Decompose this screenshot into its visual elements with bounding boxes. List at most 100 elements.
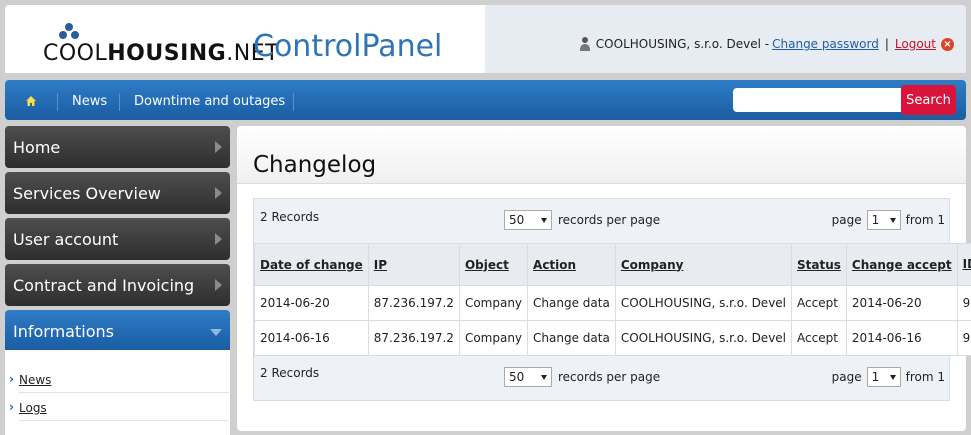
page-value: 1 [871, 370, 880, 384]
cell-object: Company [458, 285, 529, 321]
cell-change-accept: 2014-06-20 [845, 285, 958, 321]
dropdown-arrow-icon [889, 217, 896, 223]
table-row[interactable]: 2014-06-20 87.236.197.2 Company Change d… [254, 285, 971, 321]
logo-dots-icon [55, 23, 83, 43]
column-header-change-accept[interactable]: Change accept [845, 243, 958, 286]
page-total: from 1 [905, 370, 945, 384]
dropdown-arrow-icon [541, 217, 547, 223]
submenu-divider [19, 392, 229, 393]
chevron-down-icon [210, 329, 222, 336]
column-header-company[interactable]: Company [614, 243, 793, 286]
page-control: page 1 from 1 [832, 210, 945, 230]
page-select[interactable]: 1 [866, 367, 901, 387]
change-password-link[interactable]: Change password [772, 37, 879, 51]
page-label: page [831, 213, 862, 227]
submenu-divider [19, 420, 229, 421]
nav-item-downtime[interactable]: Downtime and outages [134, 80, 285, 120]
logo-text-light: COOL [43, 41, 108, 66]
page-value: 1 [871, 213, 880, 227]
user-name: COOLHOUSING, s.r.o. Devel - [595, 37, 770, 51]
logo-text-bold: HOUSING [107, 41, 227, 66]
sidebar-item-contract-invoicing[interactable]: Contract and Invoicing [5, 264, 230, 306]
logout-close-icon[interactable]: × [941, 37, 954, 51]
submenu-item-news[interactable]: News [9, 372, 52, 387]
chevron-right-icon [215, 141, 222, 153]
home-icon[interactable] [25, 95, 37, 107]
sidebar-item-home[interactable]: Home [5, 126, 230, 168]
app-title: ControlPanel [253, 29, 443, 64]
chevron-right-icon [215, 187, 222, 199]
sidebar-item-label: Home [13, 138, 61, 157]
dropdown-arrow-icon [889, 374, 896, 380]
pager-bottom: 2 Records 50 records per page page 1 fro… [254, 357, 951, 397]
header-separator: | [884, 37, 889, 51]
sidebar-item-services-overview[interactable]: Services Overview [5, 172, 230, 214]
column-header-id-label: ID [962, 257, 971, 272]
cell-date: 2014-06-16 [254, 320, 369, 356]
column-header-id[interactable]: ID [956, 243, 971, 286]
cell-status: Accept [791, 320, 847, 356]
per-page-label: records per page [558, 370, 661, 384]
per-page-value: 50 [509, 213, 525, 227]
nav-divider [119, 93, 120, 111]
user-info: COOLHOUSING, s.r.o. Devel - Change passw… [579, 37, 954, 51]
main-content: Changelog 2 Records 50 records per page … [237, 126, 971, 431]
cell-status: Accept [791, 285, 847, 321]
search-input[interactable] [733, 88, 903, 112]
per-page-control: 50 records per page [504, 367, 660, 387]
page-select[interactable]: 1 [866, 210, 901, 230]
cell-company: COOLHOUSING, s.r.o. Devel [614, 320, 793, 356]
page-control: page 1 from 1 [832, 367, 945, 387]
pager-top: 2 Records 50 records per page page 1 fro… [254, 199, 951, 239]
changelog-table: Date of change IP Object Action Company … [254, 243, 971, 356]
header-user-area: COOLHOUSING, s.r.o. Devel - Change passw… [485, 5, 966, 73]
cell-change-accept: 2014-06-16 [845, 320, 958, 356]
records-count: 2 Records [260, 210, 320, 224]
cell-action: Change data [527, 285, 616, 321]
per-page-control: 50 records per page [504, 210, 660, 230]
cell-id: 969 [956, 320, 971, 356]
cell-ip: 87.236.197.2 [367, 285, 460, 321]
sidebar-item-user-account[interactable]: User account [5, 218, 230, 260]
table-row[interactable]: 2014-06-16 87.236.197.2 Company Change d… [254, 320, 971, 356]
coolhousing-logo[interactable]: COOLHOUSING.NET [43, 23, 279, 71]
page-label: page [831, 370, 862, 384]
chevron-right-icon [215, 233, 222, 245]
dropdown-arrow-icon [541, 374, 547, 380]
per-page-value: 50 [509, 370, 525, 384]
column-header-object[interactable]: Object [458, 243, 529, 286]
cell-action: Change data [527, 320, 616, 356]
column-header-ip[interactable]: IP [367, 243, 460, 286]
column-header-action[interactable]: Action [527, 243, 616, 286]
nav-divider [293, 93, 294, 111]
sidebar-item-label: Contract and Invoicing [13, 276, 195, 295]
sidebar-item-informations[interactable]: Informations [5, 310, 230, 350]
page-total: from 1 [905, 213, 945, 227]
per-page-label: records per page [558, 213, 661, 227]
page-title: Changelog [253, 152, 377, 178]
user-icon [579, 37, 591, 51]
per-page-select[interactable]: 50 [504, 367, 552, 387]
nav-divider [57, 93, 58, 111]
table-header-row: Date of change IP Object Action Company … [254, 243, 971, 286]
search-button[interactable]: Search [901, 85, 956, 115]
informations-submenu: News Logs [5, 350, 230, 435]
sidebar-item-label: User account [13, 230, 119, 249]
header-brand-area: COOLHOUSING.NET ControlPanel [5, 5, 485, 73]
logout-link[interactable]: Logout [895, 37, 936, 51]
column-header-status[interactable]: Status [791, 243, 847, 286]
cell-object: Company [458, 320, 529, 356]
cell-ip: 87.236.197.2 [367, 320, 460, 356]
nav-item-news[interactable]: News [72, 80, 107, 120]
submenu-item-logs[interactable]: Logs [9, 400, 47, 415]
content-header: Changelog [237, 126, 966, 184]
cell-company: COOLHOUSING, s.r.o. Devel [614, 285, 793, 321]
cell-id: 985 [956, 285, 971, 321]
records-count: 2 Records [260, 366, 320, 380]
changelog-panel: 2 Records 50 records per page page 1 fro… [253, 198, 971, 401]
sidebar-item-label: Services Overview [13, 184, 161, 203]
column-header-date[interactable]: Date of change [254, 243, 369, 286]
cell-date: 2014-06-20 [254, 285, 369, 321]
sidebar-item-label: Informations [13, 322, 114, 341]
per-page-select[interactable]: 50 [504, 210, 552, 230]
